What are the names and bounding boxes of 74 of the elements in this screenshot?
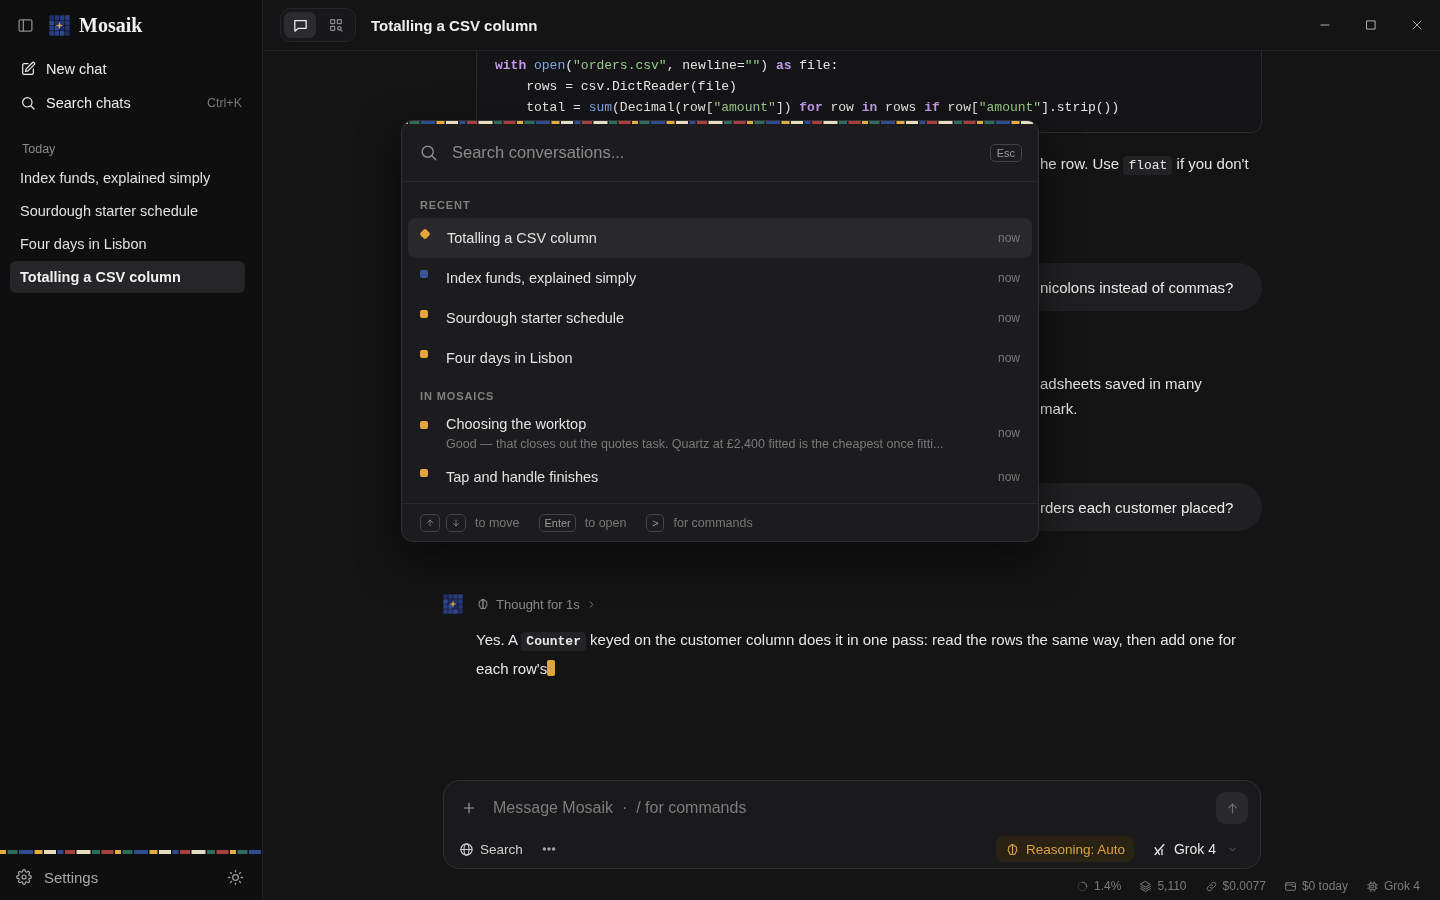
section-label: IN MOSAICS [419, 389, 496, 404]
wallet-icon [1283, 879, 1297, 893]
chat-list-item[interactable]: Index funds, explained simply [10, 162, 245, 194]
status-text: Grok 4 [1384, 879, 1420, 893]
conversation-result[interactable]: Sourdough starter schedule now [408, 298, 1032, 338]
arrow-down-icon [451, 517, 461, 528]
context-usage-icon [1076, 879, 1090, 893]
message-text-fragment: adsheets saved in many [1040, 374, 1202, 394]
assistant-avatar-icon [443, 594, 463, 614]
reasoning-button[interactable]: Reasoning: Auto [995, 836, 1134, 862]
message-text-fragment: mark. [1040, 399, 1079, 419]
conversation-result[interactable]: Four days in Lisbon now [408, 338, 1032, 378]
esc-key-hint: Esc [989, 143, 1022, 162]
theme-toggle-button[interactable] [227, 868, 244, 886]
timestamp: now [998, 311, 1020, 325]
app-name: Mosaik [79, 14, 143, 37]
timestamp: now [998, 271, 1020, 285]
search-field[interactable]: Search conversations... [452, 137, 976, 168]
chat-mode-tab[interactable] [284, 12, 316, 38]
message-composer[interactable]: Message Mosaik · / for commands Search Reasoning: Auto Grok 4 [443, 780, 1261, 869]
section-label: RECENT [419, 198, 472, 213]
search-icon [20, 95, 36, 111]
message-field[interactable]: Message Mosaik · / for commands [493, 794, 1200, 822]
settings-button[interactable]: Settings [16, 868, 99, 886]
timestamp: now [998, 470, 1020, 484]
status-text: 1.4% [1094, 879, 1122, 893]
model-logo-icon [1152, 841, 1167, 857]
search-chats-button[interactable]: Search chats Ctrl+K [10, 86, 252, 120]
message-preview: Good — that closes out the quotes task. Quartz at £2,400 fitted is the cheapest once fitti... [446, 437, 945, 451]
edit-icon [20, 61, 36, 77]
model-selector[interactable]: Grok 4 [1152, 841, 1238, 857]
settings-icon [16, 869, 32, 885]
web-search-button[interactable]: Search [459, 841, 523, 857]
arrow-up-icon [425, 517, 435, 528]
sun-icon [227, 868, 244, 886]
chat-title: Totalling a CSV column [371, 16, 538, 34]
chat-list-item[interactable]: Totalling a CSV column [10, 261, 245, 293]
conversation-result[interactable]: Totalling a CSV column now [408, 218, 1032, 258]
sidebar-toggle-button[interactable] [17, 17, 34, 34]
shortcut-hint: Ctrl+K [206, 96, 242, 110]
close-icon [1410, 18, 1424, 32]
brain-icon [476, 597, 490, 611]
maximize-icon [1364, 18, 1378, 32]
conversation-result[interactable]: Choosing the worktop Good — that closes out the quotes task. Quartz at £2,400 fitted is the cheapest once fitti... now [408, 409, 1032, 457]
plus-icon [461, 800, 477, 816]
status-text: $0.0077 [1222, 879, 1266, 893]
timestamp: now [998, 426, 1020, 440]
chip-icon [1366, 879, 1379, 893]
chat-list-item[interactable]: Four days in Lisbon [10, 228, 245, 260]
link-icon [1204, 879, 1218, 893]
grid-icon [328, 17, 344, 33]
hint-text: for commands [673, 515, 753, 530]
globe-icon [459, 841, 474, 857]
layers-icon [1139, 879, 1153, 893]
status-text: 5,110 [1157, 879, 1187, 893]
chat-list-item[interactable]: Sourdough starter schedule [10, 195, 245, 227]
section-label: Today [21, 141, 57, 158]
thought-toggle[interactable]: Thought for 1s [476, 596, 597, 612]
status-text: $0 today [1301, 879, 1348, 893]
key-hint: > [646, 513, 665, 532]
conversation-result[interactable]: Index funds, explained simply now [408, 258, 1032, 298]
timestamp: now [998, 231, 1020, 245]
sidebar-icon [17, 17, 34, 34]
timestamp: now [998, 351, 1020, 365]
mosaic-logo-icon [49, 15, 70, 36]
hint-text: to open [584, 515, 627, 530]
message-text-fragment: he row. Use float if you don't [1040, 154, 1249, 177]
search-icon [419, 143, 438, 162]
new-chat-button[interactable]: New chat [10, 52, 252, 86]
hint-text: to move [475, 515, 520, 530]
key-hint: Enter [539, 513, 576, 532]
conversation-result[interactable]: Tap and handle finishes now [408, 457, 1032, 497]
add-attachment-button[interactable] [461, 800, 477, 816]
message-text: Yes. A Counter keyed on the customer column does it in one pass: read the rows the same way, then add one for each row's [476, 630, 1238, 679]
